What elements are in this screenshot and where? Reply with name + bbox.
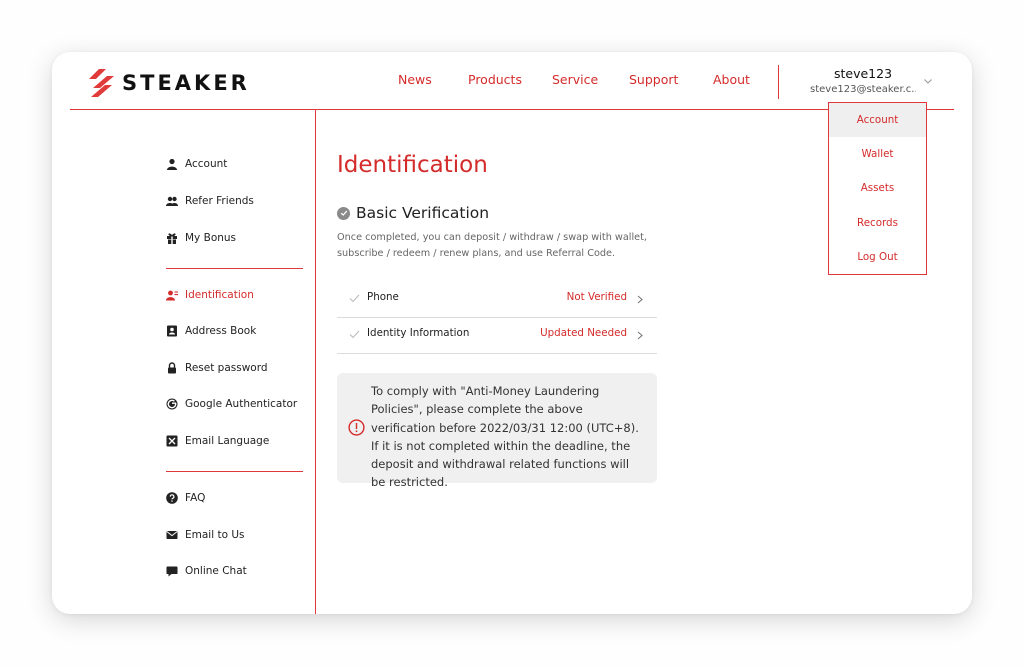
sidebar-item-account[interactable]: Account	[166, 155, 227, 173]
lock-icon	[166, 362, 178, 374]
sidebar-item-address-book[interactable]: Address Book	[166, 322, 256, 340]
account-panel: STEAKER News Products Service Support Ab…	[52, 52, 972, 614]
steaker-logo-icon	[89, 69, 114, 97]
nav-divider	[778, 65, 779, 99]
sidebar-item-label: Google Authenticator	[185, 398, 298, 410]
nav-news[interactable]: News	[398, 72, 432, 87]
user-icon	[166, 158, 178, 170]
sidebar-item-faq[interactable]: FAQ	[166, 489, 205, 507]
sidebar-divider	[166, 268, 303, 269]
sidebar-item-email-language[interactable]: Email Language	[166, 432, 269, 450]
chevron-down-icon[interactable]	[923, 76, 933, 86]
chevron-right-icon	[637, 331, 643, 340]
user-dropdown-menu: Account Wallet Assets Records Log Out	[828, 102, 927, 275]
sidebar-item-identification[interactable]: Identification	[166, 286, 254, 304]
sidebar-item-label: Reset password	[185, 362, 268, 374]
aml-notice: To comply with "Anti-Money Laundering Po…	[337, 373, 657, 489]
menu-item-account[interactable]: Account	[829, 103, 926, 137]
sidebar-item-reset-password[interactable]: Reset password	[166, 359, 268, 377]
verification-row-identity[interactable]: Identity Information Updated Needed	[337, 318, 657, 354]
users-icon	[166, 195, 178, 207]
section-header: Basic Verification	[337, 204, 489, 222]
sidebar-item-label: Refer Friends	[185, 195, 254, 207]
sidebar-divider-vertical	[315, 110, 316, 614]
address-book-icon	[166, 325, 178, 337]
sidebar-item-label: Account	[185, 158, 228, 170]
translate-icon	[166, 435, 178, 447]
nav-support[interactable]: Support	[629, 72, 678, 87]
sidebar-item-label: Online Chat	[185, 565, 247, 577]
check-icon	[349, 330, 360, 339]
sidebar-item-my-bonus[interactable]: My Bonus	[166, 229, 236, 247]
google-icon	[166, 398, 178, 410]
sidebar-item-label: FAQ	[185, 492, 206, 504]
gift-icon	[166, 232, 178, 244]
section-title: Basic Verification	[356, 204, 490, 222]
sidebar-item-label: My Bonus	[185, 232, 237, 244]
sidebar-item-online-chat[interactable]: Online Chat	[166, 562, 247, 580]
warning-icon	[348, 419, 365, 436]
brand-logo[interactable]: STEAKER	[89, 68, 250, 98]
user-name[interactable]: steve123	[810, 66, 916, 81]
check-circle-icon	[337, 206, 350, 220]
check-icon	[349, 294, 360, 303]
sidebar-item-label: Email to Us	[185, 529, 245, 541]
brand-name: STEAKER	[122, 71, 250, 95]
menu-item-log-out[interactable]: Log Out	[829, 240, 926, 274]
status-text: Updated Needed	[540, 327, 627, 339]
nav-service[interactable]: Service	[552, 72, 598, 87]
row-label: Identity Information	[367, 327, 470, 339]
row-label: Phone	[367, 291, 399, 303]
header-divider	[70, 109, 954, 110]
sidebar-item-label: Email Language	[185, 435, 270, 447]
chat-icon	[166, 565, 178, 577]
sidebar-item-email-to-us[interactable]: Email to Us	[166, 526, 245, 544]
section-description: Once completed, you can deposit / withdr…	[337, 232, 648, 259]
menu-item-assets[interactable]: Assets	[829, 171, 926, 205]
nav-products[interactable]: Products	[468, 72, 522, 87]
sidebar-item-google-authenticator[interactable]: Google Authenticator	[166, 395, 297, 413]
sidebar-item-refer-friends[interactable]: Refer Friends	[166, 192, 254, 210]
question-icon	[166, 492, 178, 504]
id-user-icon	[166, 289, 178, 301]
sidebar-item-label: Address Book	[185, 325, 257, 337]
sidebar-item-label: Identification	[185, 289, 254, 301]
page-title: Identification	[337, 152, 488, 178]
nav-about[interactable]: About	[713, 72, 750, 87]
chevron-right-icon	[637, 295, 643, 304]
verification-row-phone[interactable]: Phone Not Verified	[337, 282, 657, 318]
menu-item-records[interactable]: Records	[829, 206, 926, 240]
status-text: Not Verified	[566, 291, 627, 303]
notice-text: To comply with "Anti-Money Laundering Po…	[371, 384, 639, 490]
mail-icon	[166, 529, 178, 541]
user-email[interactable]: steve123@steaker.c...	[810, 84, 916, 95]
menu-item-wallet[interactable]: Wallet	[829, 137, 926, 171]
sidebar-divider	[166, 471, 303, 472]
